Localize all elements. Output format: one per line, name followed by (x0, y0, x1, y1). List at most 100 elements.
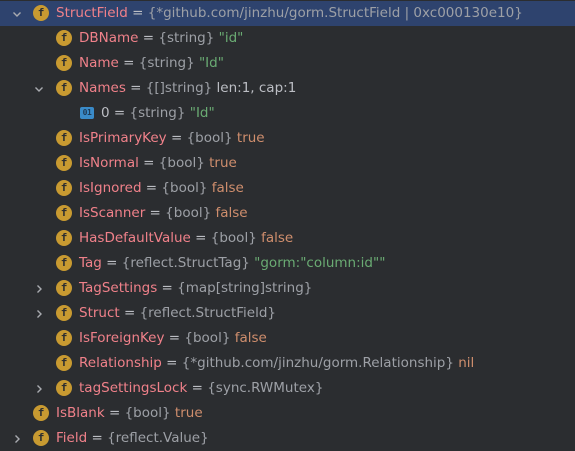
chevron-down-icon[interactable] (10, 1, 24, 26)
variable-value: "Id" (189, 105, 215, 121)
tree-row-tagsettingslock[interactable]: f tagSettingsLock = {sync.RWMutex} (0, 376, 575, 401)
variable-name: IsForeignKey (79, 330, 165, 346)
variable-entry: Relationship = {*github.com/jinzhu/gorm.… (79, 351, 474, 376)
tree-row-relationship[interactable]: f Relationship = {*github.com/jinzhu/gor… (0, 351, 575, 376)
field-f-icon: f (56, 30, 72, 46)
variable-entry: IsIgnored = {bool} false (79, 176, 244, 201)
equals-sign: = (127, 5, 148, 21)
variable-type: {bool} (165, 205, 212, 221)
variable-type: {sync.RWMutex} (207, 380, 324, 396)
field-f-icon: f (56, 280, 72, 296)
chevron-right-icon[interactable] (10, 426, 24, 451)
variable-type: {reflect.Value} (107, 430, 209, 446)
variable-type: {bool} (158, 155, 205, 171)
variable-value: "gorm:"column:id"" (254, 255, 386, 271)
variable-type: {string} (138, 55, 195, 71)
variable-name: IsIgnored (79, 180, 142, 196)
tree-row-field[interactable]: f Field = {reflect.Value} (0, 426, 575, 451)
variable-value: false (234, 330, 267, 346)
field-f-icon: f (56, 330, 72, 346)
tree-row-name[interactable]: f Name = {string} "Id" (0, 51, 575, 76)
variable-value: false (261, 230, 294, 246)
chevron-right-icon[interactable] (32, 301, 46, 326)
tree-row-isignored[interactable]: f IsIgnored = {bool} false (0, 176, 575, 201)
variable-type: {bool} (210, 230, 257, 246)
variable-value: len:1, cap:1 (216, 80, 297, 96)
field-f-icon: f (56, 180, 72, 196)
equals-sign: = (187, 380, 208, 396)
field-f-icon: f (56, 255, 72, 271)
variable-name: Name (79, 55, 119, 71)
tree-row-isscanner[interactable]: f IsScanner = {bool} false (0, 201, 575, 226)
variable-name: Relationship (79, 355, 162, 371)
variable-entry: IsPrimaryKey = {bool} true (79, 126, 265, 151)
equals-sign: = (157, 280, 178, 296)
variable-type: {reflect.StructTag} (121, 255, 250, 271)
variable-type: {*github.com/jinzhu/gorm.Relationship} (181, 355, 454, 371)
variable-entry: 0 = {string} "Id" (101, 101, 215, 126)
equals-sign: = (118, 55, 139, 71)
equals-sign: = (166, 130, 187, 146)
field-f-icon: f (56, 155, 72, 171)
equals-sign: = (190, 230, 211, 246)
tree-row-isblank[interactable]: f IsBlank = {bool} true (0, 401, 575, 426)
equals-sign: = (145, 205, 166, 221)
variable-type: {string} (158, 30, 215, 46)
variable-type: {string} (129, 105, 186, 121)
variable-name: IsPrimaryKey (79, 130, 167, 146)
tree-row-tag[interactable]: f Tag = {reflect.StructTag} "gorm:"colum… (0, 251, 575, 276)
tree-row-dbname[interactable]: f DBName = {string} "id" (0, 26, 575, 51)
variable-entry: tagSettingsLock = {sync.RWMutex} (79, 376, 323, 401)
variable-type: {bool} (184, 330, 231, 346)
field-f-icon: f (56, 230, 72, 246)
field-f-icon: f (56, 205, 72, 221)
variable-value: true (236, 130, 265, 146)
chevron-right-icon[interactable] (32, 276, 46, 301)
variable-type: {[]string} (145, 80, 213, 96)
variable-type: {bool} (161, 180, 208, 196)
equals-sign: = (119, 305, 140, 321)
variable-name: StructField (56, 5, 128, 21)
field-f-icon: f (56, 355, 72, 371)
equals-sign: = (87, 430, 108, 446)
tree-row-isprimarykey[interactable]: f IsPrimaryKey = {bool} true (0, 126, 575, 151)
variable-name: Field (56, 430, 88, 446)
variable-value: false (211, 180, 244, 196)
variable-name: tagSettingsLock (79, 380, 188, 396)
tree-row-structfield[interactable]: f StructField = {*github.com/jinzhu/gorm… (0, 1, 575, 26)
tree-row-names[interactable]: f Names = {[]string} len:1, cap:1 (0, 76, 575, 101)
variable-entry: IsBlank = {bool} true (56, 401, 203, 426)
debugger-variables-tree: f StructField = {*github.com/jinzhu/gorm… (0, 0, 575, 451)
array-index-icon: 01 (80, 107, 94, 119)
tree-row-hasdefaultvalue[interactable]: f HasDefaultValue = {bool} false (0, 226, 575, 251)
variable-entry: Field = {reflect.Value} (56, 426, 209, 451)
variable-name: IsNormal (79, 155, 139, 171)
variable-entry: HasDefaultValue = {bool} false (79, 226, 293, 251)
equals-sign: = (125, 80, 146, 96)
variable-value: nil (458, 355, 475, 371)
field-f-icon: f (33, 430, 49, 446)
variable-entry: TagSettings = {map[string]string} (79, 276, 312, 301)
variable-entry: Name = {string} "Id" (79, 51, 224, 76)
variable-value: false (215, 205, 248, 221)
tree-row-isforeignkey[interactable]: f IsForeignKey = {bool} false (0, 326, 575, 351)
variable-type: {bool} (124, 405, 171, 421)
tree-row-names-0[interactable]: 01 0 = {string} "Id" (0, 101, 575, 126)
equals-sign: = (109, 105, 130, 121)
variable-entry: IsScanner = {bool} false (79, 201, 248, 226)
chevron-down-icon[interactable] (32, 76, 46, 101)
tree-row-isnormal[interactable]: f IsNormal = {bool} true (0, 151, 575, 176)
equals-sign: = (138, 155, 159, 171)
variable-entry: StructField = {*github.com/jinzhu/gorm.S… (56, 1, 523, 26)
field-f-icon: f (56, 305, 72, 321)
variable-name: IsBlank (56, 405, 105, 421)
variable-entry: IsForeignKey = {bool} false (79, 326, 267, 351)
variable-entry: IsNormal = {bool} true (79, 151, 237, 176)
variable-type: {reflect.StructField} (139, 305, 276, 321)
tree-row-struct[interactable]: f Struct = {reflect.StructField} (0, 301, 575, 326)
tree-row-tagsettings[interactable]: f TagSettings = {map[string]string} (0, 276, 575, 301)
variable-value: true (174, 405, 203, 421)
variable-value: "Id" (198, 55, 224, 71)
variable-type: {map[string]string} (177, 280, 313, 296)
chevron-right-icon[interactable] (32, 376, 46, 401)
